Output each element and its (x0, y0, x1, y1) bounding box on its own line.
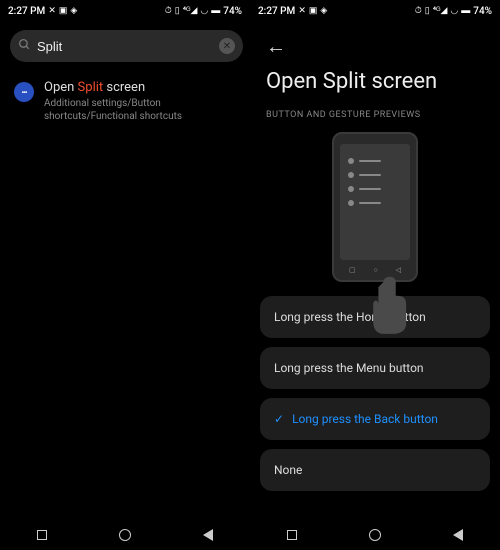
back-arrow-icon[interactable]: ← (266, 34, 286, 58)
phone-illustration: ▢ ○ ◁ (332, 132, 418, 282)
status-bar: 2:27 PM ✕ ▣ ◈ ⏱ ▯ ⁴ᴳ◢ ◡ ▬ 74% (0, 0, 250, 22)
option-back[interactable]: ✓ Long press the Back button (260, 398, 490, 440)
section-label: BUTTON AND GESTURE PREVIEWS (250, 106, 500, 128)
screen-search: 2:27 PM ✕ ▣ ◈ ⏱ ▯ ⁴ᴳ◢ ◡ ▬ 74% ✕ Cancel •… (0, 0, 250, 550)
wifi-icon: ◡ (450, 7, 458, 16)
option-none[interactable]: None (260, 449, 490, 491)
status-bar: 2:27 PM ✕ ▣ ◈ ⏱ ▯ ⁴ᴳ◢ ◡ ▬ 74% (250, 0, 500, 22)
sim-icon: ▯ (425, 7, 430, 16)
shortcut-icon: ••• (14, 82, 34, 102)
back-button[interactable] (438, 529, 478, 541)
phone-home-icon: ○ (373, 266, 377, 274)
battery-icon: ▬ (211, 7, 220, 16)
nav-bar (0, 520, 250, 550)
option-label: None (274, 463, 302, 477)
app-icon-1: ▣ (309, 7, 318, 16)
home-button[interactable] (355, 529, 395, 541)
home-button[interactable] (105, 529, 145, 541)
recent-button[interactable] (22, 530, 62, 540)
search-field[interactable]: ✕ (10, 30, 243, 62)
phone-recent-icon: ▢ (349, 266, 356, 274)
wifi-icon: ◡ (200, 7, 208, 16)
recent-button[interactable] (272, 530, 312, 540)
signal-icon: ⁴ᴳ◢ (433, 7, 448, 16)
search-input[interactable] (37, 39, 213, 54)
battery-percent: 74% (223, 6, 242, 17)
mute-icon: ✕ (48, 7, 56, 16)
search-result[interactable]: ••• Open Split screen Additional setting… (0, 70, 250, 133)
mute-icon: ✕ (298, 7, 306, 16)
phone-back-icon: ◁ (396, 266, 401, 274)
gesture-preview: ▢ ○ ◁ (250, 128, 500, 296)
back-button[interactable] (188, 529, 228, 541)
search-icon (18, 38, 31, 54)
app-icon-2: ◈ (320, 7, 327, 16)
result-title: Open Split screen (44, 80, 236, 95)
search-row: ✕ Cancel (0, 22, 250, 70)
check-icon: ✓ (274, 412, 284, 426)
option-label: Long press the Back button (292, 412, 438, 426)
option-menu[interactable]: Long press the Menu button (260, 347, 490, 389)
battery-percent: 74% (473, 6, 492, 17)
battery-icon: ▬ (461, 7, 470, 16)
screen-detail: 2:27 PM ✕ ▣ ◈ ⏱ ▯ ⁴ᴳ◢ ◡ ▬ 74% ← Open Spl… (250, 0, 500, 550)
page-title: Open Split screen (250, 63, 500, 106)
sim-icon: ▯ (175, 7, 180, 16)
option-home[interactable]: Long press the Home button (260, 296, 490, 338)
result-path: Additional settings/Button shortcuts/Fun… (44, 97, 236, 123)
alarm-icon: ⏱ (415, 7, 422, 16)
status-time: 2:27 PM (8, 6, 45, 17)
nav-bar (250, 520, 500, 550)
signal-icon: ⁴ᴳ◢ (183, 7, 198, 16)
status-time: 2:27 PM (258, 6, 295, 17)
app-icon-2: ◈ (70, 7, 77, 16)
option-label: Long press the Menu button (274, 361, 424, 375)
options-list: Long press the Home button Long press th… (250, 296, 500, 499)
clear-icon[interactable]: ✕ (219, 38, 235, 54)
alarm-icon: ⏱ (165, 7, 172, 16)
app-icon-1: ▣ (59, 7, 68, 16)
option-label: Long press the Home button (274, 310, 426, 324)
